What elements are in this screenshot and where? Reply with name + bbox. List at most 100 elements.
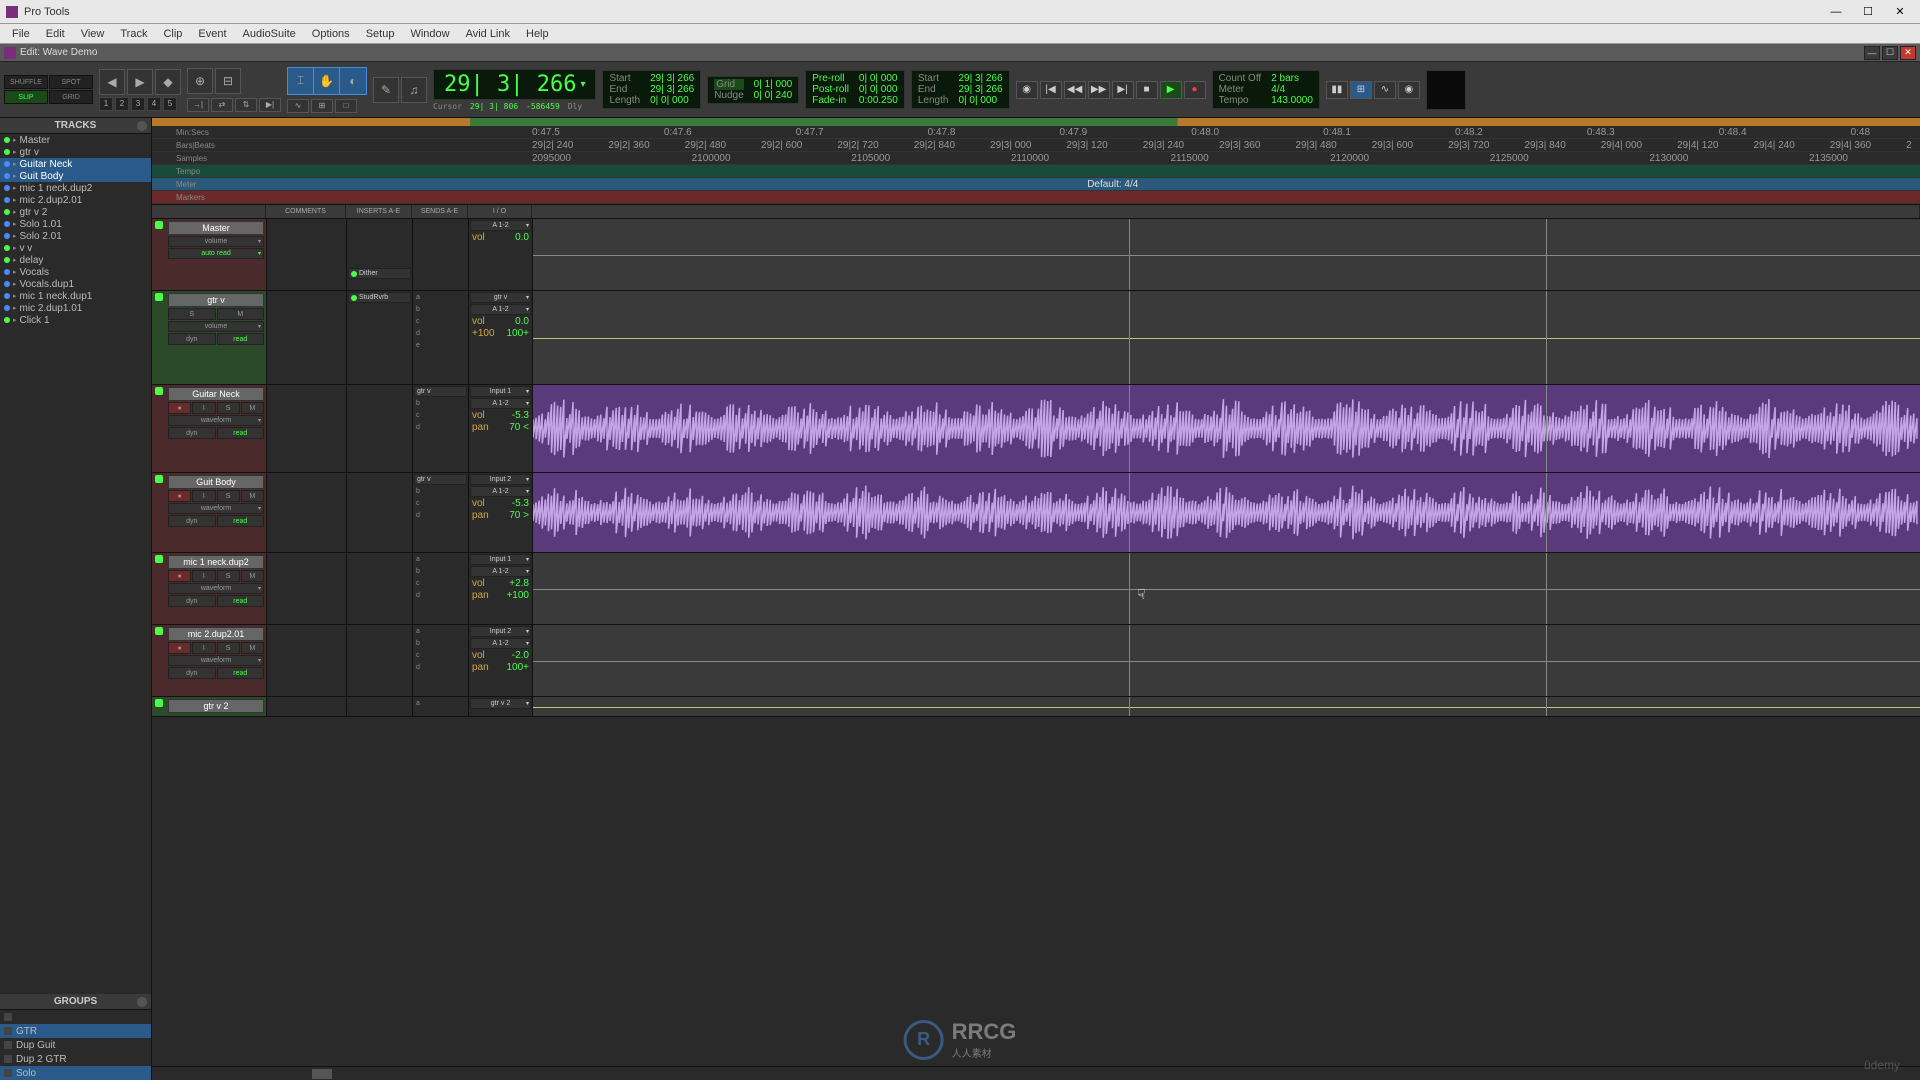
edit-min-button[interactable]: — — [1864, 46, 1880, 60]
ruler-markers[interactable] — [532, 191, 1920, 204]
read-button[interactable]: read — [217, 427, 265, 439]
track-show-icon[interactable] — [155, 699, 163, 707]
output-selector[interactable]: A 1-2 — [470, 486, 531, 497]
output-selector[interactable]: A 1-2 — [470, 638, 531, 649]
send-slot[interactable]: c — [414, 498, 467, 509]
track-comments[interactable] — [266, 219, 346, 290]
play-button[interactable]: ▶ — [1160, 81, 1182, 99]
track-playlist[interactable] — [532, 697, 1920, 716]
send-slot[interactable]: b — [414, 398, 467, 409]
track-playlist[interactable] — [532, 473, 1920, 552]
send-slot[interactable]: a — [414, 292, 467, 303]
counter-dropdown-icon[interactable]: ▾ — [580, 79, 585, 90]
track-show-icon[interactable] — [155, 475, 163, 483]
send-slot[interactable]: gtr v — [414, 386, 467, 397]
zoom-preset-1[interactable]: 1 — [99, 97, 113, 111]
send-slot[interactable]: d — [414, 662, 467, 673]
horizontal-scrollbar[interactable] — [152, 1066, 1920, 1080]
track-M-button[interactable]: M — [241, 642, 264, 654]
track-S-button[interactable]: S — [217, 490, 240, 502]
sidebar-group-item[interactable] — [0, 1010, 151, 1024]
input-selector[interactable]: Input 1 — [470, 386, 531, 397]
send-slot[interactable]: d — [414, 510, 467, 521]
layered-edit-button[interactable]: □ — [335, 99, 357, 113]
scroll-thumb[interactable] — [312, 1069, 332, 1079]
col-track[interactable] — [152, 205, 266, 218]
ruler-label-minsec[interactable]: Min:Secs — [152, 126, 532, 139]
ruler-meter[interactable]: Default: 4/4 — [532, 178, 1920, 191]
sidebar-track-item[interactable]: ▸mic 2.dup2.01 — [0, 194, 151, 206]
zoom-wave-button[interactable]: ◆ — [155, 69, 181, 95]
track-show-icon[interactable] — [155, 221, 163, 229]
grid-mode-button[interactable]: GRID — [49, 90, 93, 104]
send-slot[interactable]: gtr v — [414, 474, 467, 485]
menu-audiosuite[interactable]: AudioSuite — [235, 26, 304, 42]
col-comments[interactable]: COMMENTS — [266, 205, 346, 218]
track-playlist[interactable] — [532, 291, 1920, 384]
track-show-icon[interactable] — [155, 387, 163, 395]
universe-bar[interactable] — [152, 118, 1920, 126]
send-slot[interactable]: b — [414, 566, 467, 577]
conductor-button[interactable]: ◉ — [1398, 81, 1420, 99]
ruler-label-markers[interactable]: Markers — [152, 191, 532, 204]
track-view-selector[interactable]: waveform — [168, 503, 264, 514]
insert-slot[interactable]: StudRvrb — [348, 292, 411, 303]
sidebar-track-item[interactable]: ▸v v — [0, 242, 151, 254]
send-slot[interactable]: d — [414, 328, 467, 339]
tracks-menu-icon[interactable] — [137, 121, 147, 131]
track-view-selector[interactable]: waveform — [168, 655, 264, 666]
track-comments[interactable] — [266, 625, 346, 696]
track-I-button[interactable]: I — [192, 642, 215, 654]
menu-clip[interactable]: Clip — [155, 26, 190, 42]
zoom-preset-5[interactable]: 5 — [163, 97, 177, 111]
minimize-button[interactable]: — — [1822, 4, 1850, 20]
track-M-button[interactable]: M — [217, 308, 265, 320]
sidebar-track-item[interactable]: ▸gtr v 2 — [0, 206, 151, 218]
track-comments[interactable] — [266, 697, 346, 716]
sidebar-track-item[interactable]: ▸gtr v — [0, 146, 151, 158]
insert-slot[interactable]: Dither — [348, 268, 411, 279]
track-playlist[interactable] — [532, 625, 1920, 696]
selector-tool[interactable]: ⌶ — [288, 68, 314, 94]
col-io[interactable]: I / O — [468, 205, 532, 218]
ruler-label-meter[interactable]: Meter — [152, 178, 532, 191]
ruler-label-tempo[interactable]: Tempo — [152, 165, 532, 178]
send-slot[interactable]: c — [414, 650, 467, 661]
track-S-button[interactable]: S — [217, 570, 240, 582]
menu-window[interactable]: Window — [402, 26, 457, 42]
send-slot[interactable]: a — [414, 698, 467, 709]
pencil-tool[interactable]: ✎ — [373, 77, 399, 103]
send-slot[interactable]: d — [414, 590, 467, 601]
zoom-in-button[interactable]: ▶ — [127, 69, 153, 95]
sidebar-group-item[interactable]: Dup Guit — [0, 1038, 151, 1052]
input-selector[interactable]: gtr v — [470, 292, 531, 303]
automation-mode-selector[interactable]: auto read — [168, 248, 264, 259]
maximize-button[interactable]: ☐ — [1854, 4, 1882, 20]
edit-close-button[interactable]: ✕ — [1900, 46, 1916, 60]
shuffle-mode-button[interactable]: SHUFFLE — [4, 75, 48, 89]
input-selector[interactable]: gtr v 2 — [470, 698, 531, 709]
sidebar-track-item[interactable]: ▸Vocals — [0, 266, 151, 278]
track-name[interactable]: Guit Body — [168, 475, 264, 489]
ruler-label-bars[interactable]: Bars|Beats — [152, 139, 532, 152]
track-playlist[interactable] — [532, 219, 1920, 290]
track-M-button[interactable]: M — [241, 402, 264, 414]
menu-file[interactable]: File — [4, 26, 38, 42]
slip-mode-button[interactable]: SLIP — [4, 90, 48, 104]
dyn-button[interactable]: dyn — [168, 427, 216, 439]
menu-event[interactable]: Event — [190, 26, 234, 42]
menu-setup[interactable]: Setup — [358, 26, 403, 42]
send-slot[interactable]: c — [414, 410, 467, 421]
send-slot[interactable]: c — [414, 316, 467, 327]
track-comments[interactable] — [266, 291, 346, 384]
sidebar-group-item[interactable]: Solo — [0, 1066, 151, 1080]
send-slot[interactable]: c — [414, 578, 467, 589]
close-button[interactable]: ✕ — [1886, 4, 1914, 20]
track-I-button[interactable]: I — [192, 402, 215, 414]
ruler-minsec[interactable]: 0:47.50:47.60:47.70:47.80:47.90:48.00:48… — [532, 126, 1920, 139]
track-comments[interactable] — [266, 385, 346, 472]
sidebar-track-item[interactable]: ▸mic 1 neck.dup2 — [0, 182, 151, 194]
track-playlist[interactable] — [532, 553, 1920, 624]
track-show-icon[interactable] — [155, 555, 163, 563]
track-name[interactable]: gtr v — [168, 293, 264, 307]
